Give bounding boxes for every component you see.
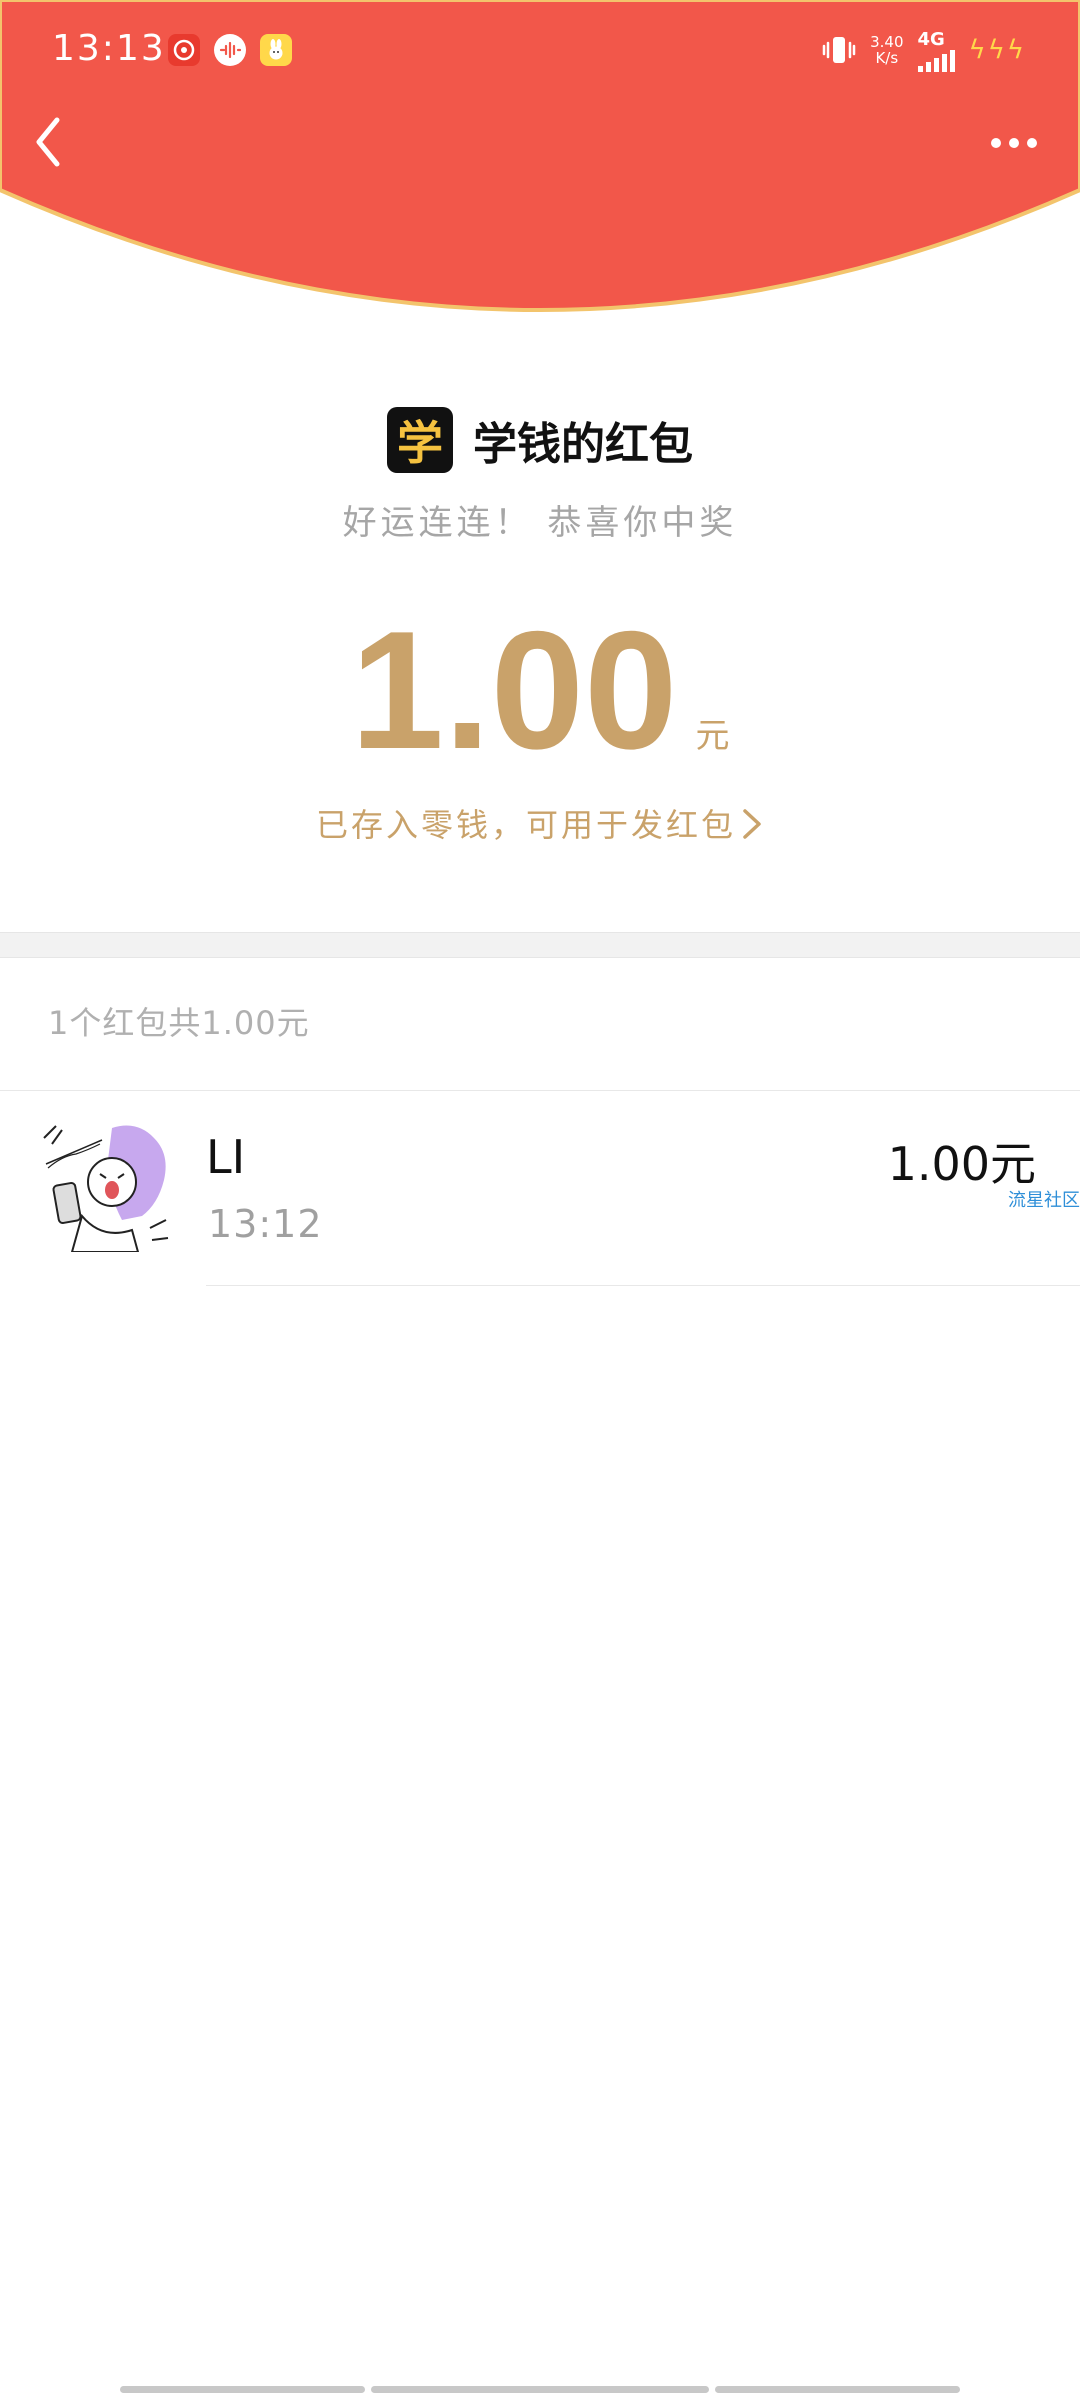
sender-row: 学 学钱的红包 xyxy=(0,405,1080,475)
network-indicator: 4G xyxy=(917,28,955,72)
gesture-bar-left xyxy=(120,2386,365,2393)
section-divider xyxy=(0,932,1080,958)
amount-value: 1.00 xyxy=(350,596,678,784)
record-time: 13:12 xyxy=(208,1202,323,1246)
yellow-bunny-app-icon xyxy=(260,34,292,66)
gesture-bar-right xyxy=(715,2386,960,2393)
deposit-link[interactable]: 已存入零钱，可用于发红包 xyxy=(0,800,1080,846)
back-button[interactable] xyxy=(28,112,68,172)
record-amount: 1.00元 xyxy=(887,1137,1036,1191)
chevron-right-icon xyxy=(743,809,761,839)
record-name: LI xyxy=(206,1130,246,1184)
avatar xyxy=(42,1120,174,1252)
more-dots-icon xyxy=(991,138,1001,148)
status-time: 13:13 xyxy=(52,28,166,69)
record-divider xyxy=(206,1285,1080,1286)
voice-app-icon xyxy=(214,34,246,66)
sender-avatar: 学 xyxy=(387,407,453,473)
gesture-bar-center xyxy=(371,2386,709,2393)
signal-icon xyxy=(917,49,955,72)
list-item[interactable]: LI 13:12 1.00元 流星社区 xyxy=(0,1090,1080,1286)
chevron-left-icon xyxy=(36,117,60,167)
status-bar: 13:13 3.40 K/s 4G ϟϟϟ xyxy=(0,0,1080,100)
greeting-text: 好运连连！ 恭喜你中奖 xyxy=(342,503,738,543)
net-speed: 3.40 K/s xyxy=(870,33,904,67)
record-tag: 流星社区 xyxy=(1008,1190,1080,1211)
charging-battery-icon: ϟϟϟ xyxy=(968,35,1024,65)
sender-name: 学钱的红包 xyxy=(473,419,693,470)
vibrate-icon xyxy=(822,37,856,63)
amount-unit: 元 xyxy=(695,716,730,756)
more-options-button[interactable] xyxy=(978,118,1050,168)
network-type: 4G xyxy=(917,28,945,50)
packet-summary: 1个红包共1.00元 xyxy=(48,1004,310,1042)
amount-row: 1.00 元 xyxy=(0,605,1080,775)
status-right-cluster: 3.40 K/s 4G ϟϟϟ xyxy=(822,28,1024,72)
deposit-text: 已存入零钱，可用于发红包 xyxy=(315,806,736,844)
netease-music-icon xyxy=(168,34,200,66)
